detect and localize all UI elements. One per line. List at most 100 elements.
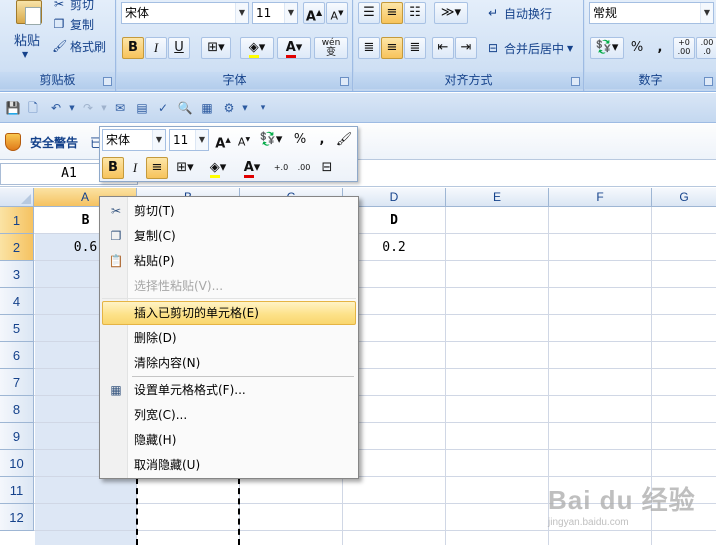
align-middle-button[interactable]: ≡ <box>381 2 403 24</box>
dialog-launcher-icon[interactable] <box>103 77 112 86</box>
menu-item-paste-special[interactable]: 选择性粘贴(V)... <box>102 274 356 298</box>
decrease-indent-button[interactable]: ⇤ <box>432 37 454 59</box>
row-header-10[interactable]: 10 <box>0 450 34 477</box>
orientation-button[interactable]: ≫▾ <box>434 2 468 24</box>
align-top-button[interactable]: ☰ <box>358 2 380 24</box>
row-header-7[interactable]: 7 <box>0 369 34 396</box>
mini-center-button[interactable]: ≡ <box>146 157 168 179</box>
dialog-launcher-icon[interactable] <box>704 77 713 86</box>
borders-button[interactable]: ⊞▾ <box>201 37 231 59</box>
copy-button[interactable]: ❐ 复制 <box>52 14 94 34</box>
comma-icon: , <box>319 132 325 147</box>
mini-italic-button[interactable]: I <box>124 157 146 179</box>
number-format-combo[interactable]: 常规 ▼ <box>589 2 714 24</box>
increase-decimal-button[interactable]: +0.00 <box>673 37 695 59</box>
dialog-launcher-icon[interactable] <box>571 77 580 86</box>
italic-button[interactable]: I <box>145 37 167 59</box>
font-color-button[interactable]: A▾ <box>277 37 311 59</box>
phonetic-button[interactable]: wén 变 <box>314 37 348 59</box>
menu-item-delete[interactable]: 删除(D) <box>102 326 356 350</box>
row-header-9[interactable]: 9 <box>0 423 34 450</box>
new-document-icon[interactable]: 🗋 <box>25 100 41 116</box>
align-left-button[interactable]: ≣ <box>358 37 380 59</box>
undo-icon[interactable]: ↶ <box>48 100 64 116</box>
row-header-8[interactable]: 8 <box>0 396 34 423</box>
tools-icon[interactable]: ⚙ <box>221 100 237 116</box>
mini-increase-decimal-button[interactable]: +.0 <box>270 157 292 179</box>
mini-font-color-button[interactable]: A▾ <box>235 157 269 179</box>
menu-item-clear-contents[interactable]: 清除内容(N) <box>102 351 356 375</box>
send-icon[interactable]: ✉ <box>112 100 128 116</box>
grow-font-button[interactable]: A▲ <box>303 2 325 24</box>
currency-icon: 💱▾ <box>259 132 283 147</box>
row-header-3[interactable]: 3 <box>0 261 34 288</box>
mini-currency-button[interactable]: 💱▾ <box>256 129 286 151</box>
mini-font-size-combo[interactable]: 11 ▼ <box>169 129 209 151</box>
mini-decrease-decimal-button[interactable]: .00 <box>293 157 315 179</box>
menu-item-paste[interactable]: 📋 粘贴(P) <box>102 249 356 273</box>
grid-icon[interactable]: ▦ <box>199 100 215 116</box>
spelling-icon[interactable]: ✓ <box>155 100 171 116</box>
menu-item-label: 清除内容(N) <box>134 356 201 370</box>
wrap-text-button[interactable]: ↵ 自动换行 <box>486 3 552 23</box>
row-header-11[interactable]: 11 <box>0 477 34 504</box>
font-name-combo[interactable]: 宋体 ▼ <box>121 2 249 24</box>
menu-item-hide[interactable]: 隐藏(H) <box>102 428 356 452</box>
align-bottom-button[interactable]: ☷ <box>404 2 426 24</box>
align-center-button[interactable]: ≡ <box>381 37 403 59</box>
column-header-f[interactable]: F <box>549 188 652 207</box>
chevron-down-icon[interactable]: ▼ <box>64 100 80 116</box>
chevron-down-icon[interactable]: ▼ <box>237 100 253 116</box>
fill-color-button[interactable]: ◈▾ <box>240 37 274 59</box>
row-header-5[interactable]: 5 <box>0 315 34 342</box>
increase-indent-button[interactable]: ⇥ <box>455 37 477 59</box>
decrease-decimal-button[interactable]: .00.0 <box>696 37 716 59</box>
column-header-e[interactable]: E <box>446 188 549 207</box>
font-size-combo[interactable]: 11 ▼ <box>252 2 298 24</box>
mini-bold-button[interactable]: B <box>102 157 124 179</box>
column-header-g[interactable]: G <box>652 188 716 207</box>
mini-shrink-font-button[interactable]: A▼ <box>233 129 255 151</box>
shrink-font-button[interactable]: A▼ <box>326 2 348 24</box>
paste-button[interactable]: 粘贴 ▼ <box>6 0 48 64</box>
mini-percent-button[interactable]: % <box>289 129 311 151</box>
save-icon[interactable]: 💾 <box>5 100 21 116</box>
row-header-2[interactable]: 2 <box>0 234 34 261</box>
format-painter-button[interactable]: 🖌 格式刷 <box>52 36 106 56</box>
menu-item-unhide[interactable]: 取消隐藏(U) <box>102 453 356 477</box>
menu-item-column-width[interactable]: 列宽(C)... <box>102 403 356 427</box>
align-right-button[interactable]: ≣ <box>404 37 426 59</box>
mini-format-painter-button[interactable]: 🖌 <box>333 129 355 151</box>
currency-button[interactable]: 💱▾ <box>590 37 624 59</box>
mini-grow-font-button[interactable]: A▲ <box>212 129 234 151</box>
row-header-12[interactable]: 12 <box>0 504 34 531</box>
chevron-down-icon[interactable]: ▼ <box>96 100 112 116</box>
menu-item-format-cells[interactable]: ▦ 设置单元格格式(F)... <box>102 378 356 402</box>
redo-icon[interactable]: ↷ <box>80 100 96 116</box>
row-header-4[interactable]: 4 <box>0 288 34 315</box>
cut-button[interactable]: ✂ 剪切 <box>52 0 94 14</box>
mini-font-name-combo[interactable]: 宋体 ▼ <box>102 129 166 151</box>
menu-item-cut[interactable]: ✂ 剪切(T) <box>102 199 356 223</box>
bold-button[interactable]: B <box>122 37 144 59</box>
customize-toolbar-icon[interactable]: ▾ <box>255 100 271 116</box>
row-header-1[interactable]: 1 <box>0 207 34 234</box>
mini-comma-button[interactable]: , <box>311 129 333 151</box>
bold-icon: B <box>108 160 118 175</box>
font-name-value: 宋体 <box>125 6 150 20</box>
menu-item-insert-cut-cells[interactable]: 插入已剪切的单元格(E) <box>102 301 356 325</box>
chevron-down-icon[interactable]: ▼ <box>22 50 28 59</box>
mini-borders-button[interactable]: ⊞▾ <box>170 157 200 179</box>
menu-item-copy[interactable]: ❐ 复制(C) <box>102 224 356 248</box>
mini-merge-button[interactable]: ⊟ <box>316 157 338 179</box>
comma-button[interactable]: , <box>649 37 671 59</box>
form-icon[interactable]: ▤ <box>134 100 150 116</box>
mini-fill-color-button[interactable]: ◈▾ <box>201 157 235 179</box>
select-all-corner[interactable] <box>0 188 34 207</box>
row-header-6[interactable]: 6 <box>0 342 34 369</box>
percent-button[interactable]: % <box>626 37 648 59</box>
merge-center-button[interactable]: ⊟ 合并后居中 ▼ <box>486 38 573 58</box>
print-preview-icon[interactable]: 🔍 <box>177 100 193 116</box>
dialog-launcher-icon[interactable] <box>340 77 349 86</box>
underline-button[interactable]: U <box>168 37 190 59</box>
